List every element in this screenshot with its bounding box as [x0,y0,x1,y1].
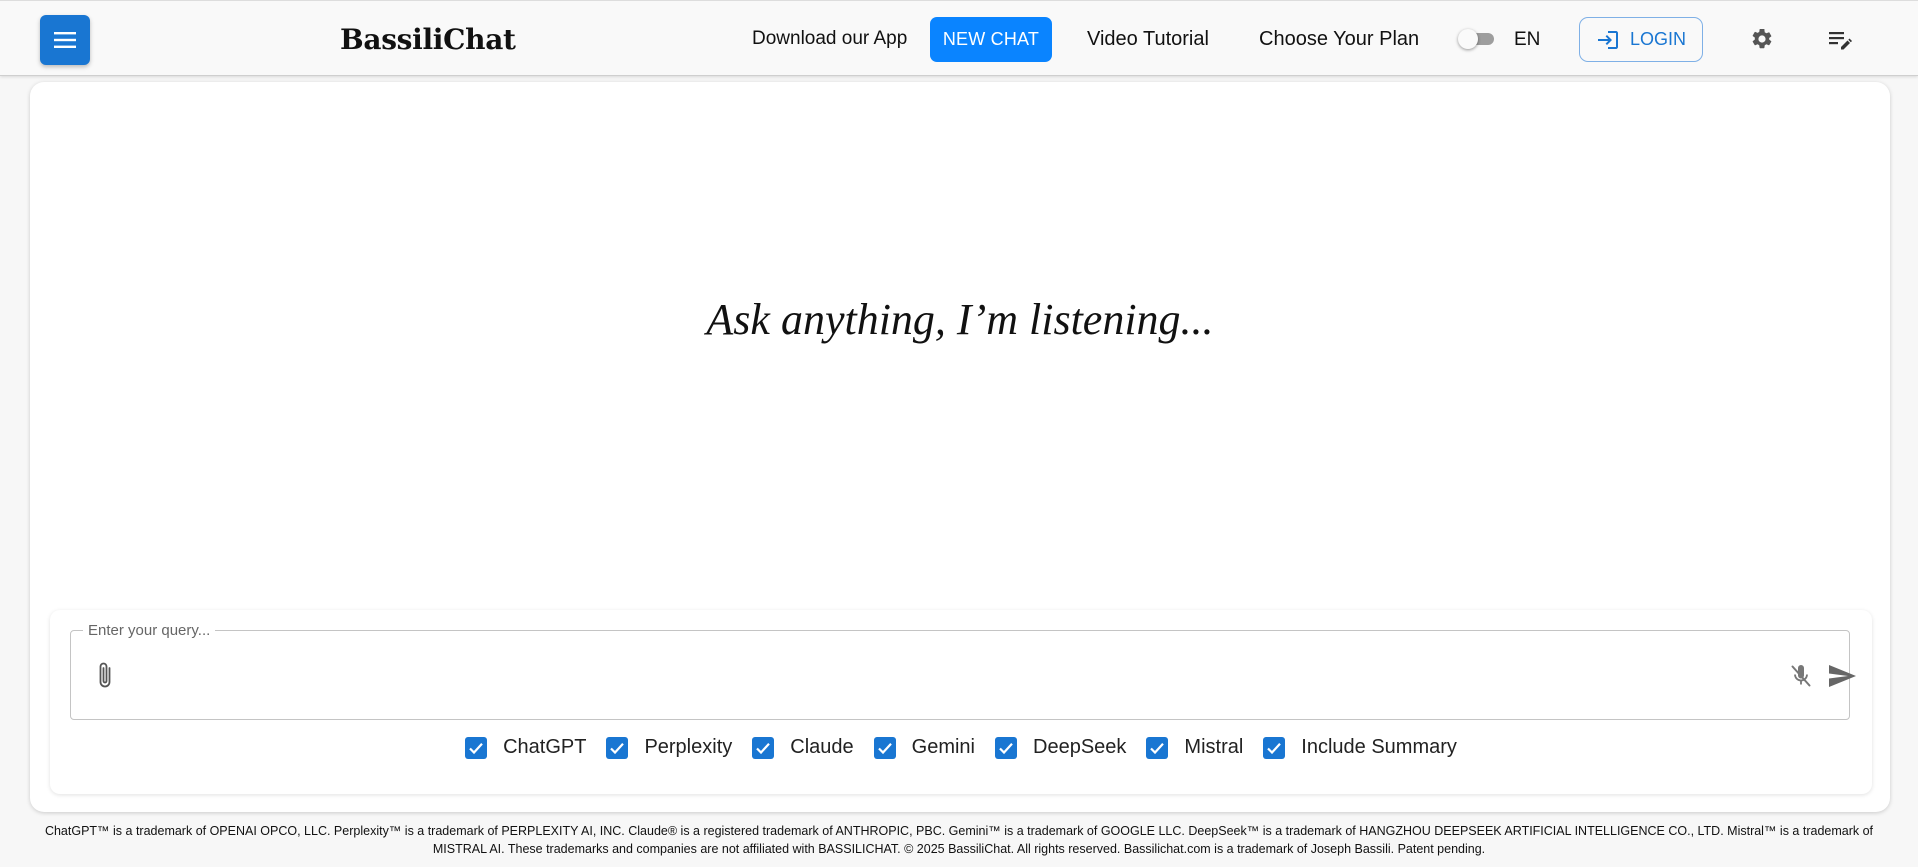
checkbox-label: Claude [790,736,854,758]
checkbox-label: DeepSeek [1033,736,1127,758]
new-chat-button[interactable]: NEW CHAT [930,17,1052,62]
checkbox-claude[interactable]: Claude [752,736,854,759]
checkbox-perplexity[interactable]: Perplexity [606,736,732,759]
checkbox-label: Include Summary [1301,736,1457,758]
checkmark-icon [877,742,892,754]
checkmark-icon [610,742,625,754]
video-tutorial-link[interactable]: Video Tutorial [1087,28,1209,51]
gear-icon [1752,28,1772,49]
brand-logo[interactable]: BassiliChat [340,23,516,56]
login-icon [1597,30,1618,49]
query-field[interactable]: Enter your query... [70,622,1856,720]
checkbox-mistral[interactable]: Mistral [1146,736,1243,759]
checkbox-include-summary[interactable]: Include Summary [1263,736,1457,759]
checkbox-box[interactable] [606,736,629,759]
checkmark-icon [1267,742,1282,754]
query-panel: Enter your query... ChatGPT Perplexity C… [50,610,1872,794]
query-input[interactable] [141,651,1711,699]
query-field-label: Enter your query... [83,622,216,639]
chat-card: Ask anything, I’m listening... Enter you… [30,82,1890,812]
language-toggle[interactable] [1458,29,1496,49]
checkbox-box[interactable] [1263,736,1286,759]
checkmark-icon [1150,742,1165,754]
welcome-prompt: Ask anything, I’m listening... [706,295,1214,344]
mic-off-icon [1791,665,1811,687]
checkbox-gemini[interactable]: Gemini [873,736,975,759]
menu-icon [54,32,76,48]
attach-button[interactable] [97,661,113,696]
checkmark-icon [469,742,483,754]
login-label: LOGIN [1629,29,1686,49]
notes-button[interactable] [1826,25,1854,53]
paperclip-icon [99,662,111,688]
checkbox-box[interactable] [465,736,488,759]
checkmark-icon [756,742,771,754]
checkbox-label: Mistral [1184,736,1244,758]
checkbox-deepseek[interactable]: DeepSeek [995,736,1126,759]
menu-button[interactable] [40,15,90,65]
send-icon [1829,665,1856,687]
checkbox-label: Gemini [911,736,975,758]
top-app-bar: BassiliChat Download our App NEW CHAT Vi… [0,0,1918,76]
checkbox-box[interactable] [1146,736,1169,759]
trademark-footer: ChatGPT™ is a trademark of OPENAI OPCO, … [44,824,1874,856]
checkbox-label: ChatGPT [503,736,587,758]
checkbox-box[interactable] [873,736,896,759]
mic-button[interactable] [1789,663,1813,694]
settings-button[interactable] [1748,25,1776,53]
checkmark-icon [999,742,1013,754]
playlist-edit-icon [1829,32,1852,50]
language-label: EN [1514,29,1541,50]
choose-plan-link[interactable]: Choose Your Plan [1259,28,1419,51]
send-button[interactable] [1827,663,1857,694]
checkbox-box[interactable] [995,736,1017,759]
toggle-knob [1458,29,1478,49]
download-app-link[interactable]: Download our App [752,28,907,50]
model-selector: ChatGPT Perplexity Claude Gemini DeepSee… [50,736,1872,759]
login-button[interactable]: LOGIN [1579,17,1703,62]
checkbox-chatgpt[interactable]: ChatGPT [465,736,586,759]
checkbox-box[interactable] [752,736,775,759]
checkbox-label: Perplexity [644,736,733,758]
